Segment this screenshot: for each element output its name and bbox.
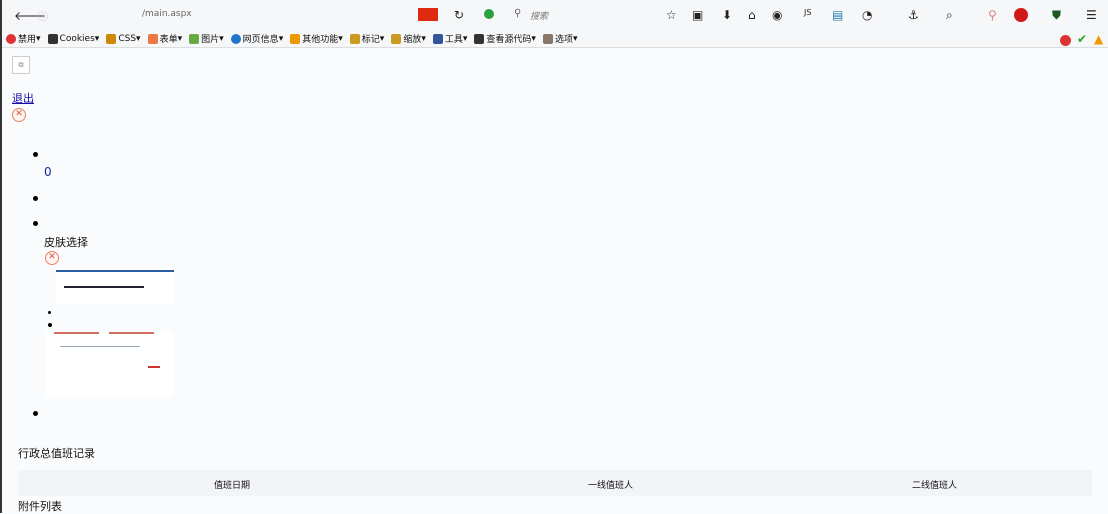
library-icon[interactable]: ▣ xyxy=(692,8,703,22)
column-header-second-line: 二线值班人 xyxy=(912,481,958,491)
toolbar-outline[interactable]: 标记 ▾ xyxy=(349,32,384,45)
check-icon[interactable]: ✔ xyxy=(1077,32,1087,46)
skin-select-label: 皮肤选择 xyxy=(44,236,88,249)
skin-thumbnail-red[interactable] xyxy=(46,332,174,396)
broken-image-icon: ⧉ xyxy=(12,56,30,74)
bookmark-star-icon[interactable]: ☆ xyxy=(666,8,677,22)
extension-icon[interactable]: ◉ xyxy=(772,8,782,22)
column-header-first-line: 一线值班人 xyxy=(588,481,634,491)
toolbar-tools[interactable]: 工具 ▾ xyxy=(432,32,467,45)
skin-thumbnail-blue[interactable] xyxy=(56,268,174,304)
home-icon[interactable]: ⌂ xyxy=(748,8,756,22)
tool-icon[interactable]: ⌕ xyxy=(946,8,953,23)
toolbar-options[interactable]: 选项 ▾ xyxy=(542,32,578,45)
toolbar-information[interactable]: 网页信息 ▾ xyxy=(230,32,283,45)
count-value: 0 xyxy=(44,165,52,179)
close-icon[interactable]: ✕ xyxy=(12,108,26,122)
attachments-label: 附件列表 xyxy=(18,500,62,513)
list-bullet xyxy=(33,411,38,416)
toolbar-resize[interactable]: 缩放 ▾ xyxy=(391,32,426,45)
web-developer-toolbar: 禁用 ▾ Cookies ▾ CSS ▾ 表单 ▾ 图片 ▾ 网页信息 ▾ 其他功能 ▾ 标记… xyxy=(2,30,1108,48)
close-icon[interactable]: ✕ xyxy=(45,251,59,265)
toolbar-forms[interactable]: 表单 ▾ xyxy=(147,32,182,45)
error-icon[interactable] xyxy=(1060,35,1071,46)
list-bullet xyxy=(48,323,52,327)
duty-table-header: 值班日期 一线值班人 二线值班人 xyxy=(18,470,1092,496)
js-icon[interactable]: JS xyxy=(804,8,811,17)
menu-icon[interactable]: ☰ xyxy=(1086,8,1097,22)
save-icon[interactable]: ▤ xyxy=(832,8,843,22)
reload-icon[interactable]: ↻ xyxy=(454,8,464,22)
toolbar-disable[interactable]: 禁用 ▾ xyxy=(6,32,41,45)
toolbar-cookies[interactable]: Cookies ▾ xyxy=(47,33,99,44)
download-icon[interactable]: ⬇ xyxy=(722,8,732,22)
toolbar-images[interactable]: 图片 ▾ xyxy=(189,32,224,45)
list-bullet xyxy=(48,311,51,314)
list-bullet xyxy=(33,196,38,201)
section-title: 行政总值班记录 xyxy=(18,447,95,460)
magnifier-icon[interactable]: ⚲ xyxy=(988,8,997,22)
search-icon: ⚲ xyxy=(514,8,522,19)
toolbar-misc[interactable]: 其他功能 ▾ xyxy=(290,32,343,45)
green-extension-icon[interactable] xyxy=(484,9,494,19)
red-extension-icon[interactable] xyxy=(418,8,438,21)
list-bullet xyxy=(33,221,38,226)
warning-icon[interactable]: ▲ xyxy=(1094,32,1103,46)
shield-icon[interactable]: ⛊ xyxy=(1052,8,1061,23)
toolbar-css[interactable]: CSS ▾ xyxy=(106,33,141,44)
adblock-icon[interactable] xyxy=(1014,8,1028,22)
logout-link[interactable]: 退出 xyxy=(12,90,34,106)
toolbar-view-source[interactable]: 查看源代码 ▾ xyxy=(474,32,536,45)
url-field[interactable]: /main.aspx xyxy=(142,9,192,19)
speed-icon[interactable]: ◔ xyxy=(862,8,872,22)
list-bullet xyxy=(33,152,38,157)
info-icon[interactable]: ⓘ xyxy=(38,8,48,23)
anchor-icon[interactable]: ⚓ xyxy=(908,8,919,22)
browser-navbar: 🡐 ⓘ /main.aspx ↻ ⚲ 搜索 ☆ ▣ ⬇ ⌂ ◉ JS ▤ ◔ ⚓… xyxy=(2,0,1108,30)
search-input[interactable]: 搜索 xyxy=(530,9,548,22)
column-header-date: 值班日期 xyxy=(214,481,251,491)
